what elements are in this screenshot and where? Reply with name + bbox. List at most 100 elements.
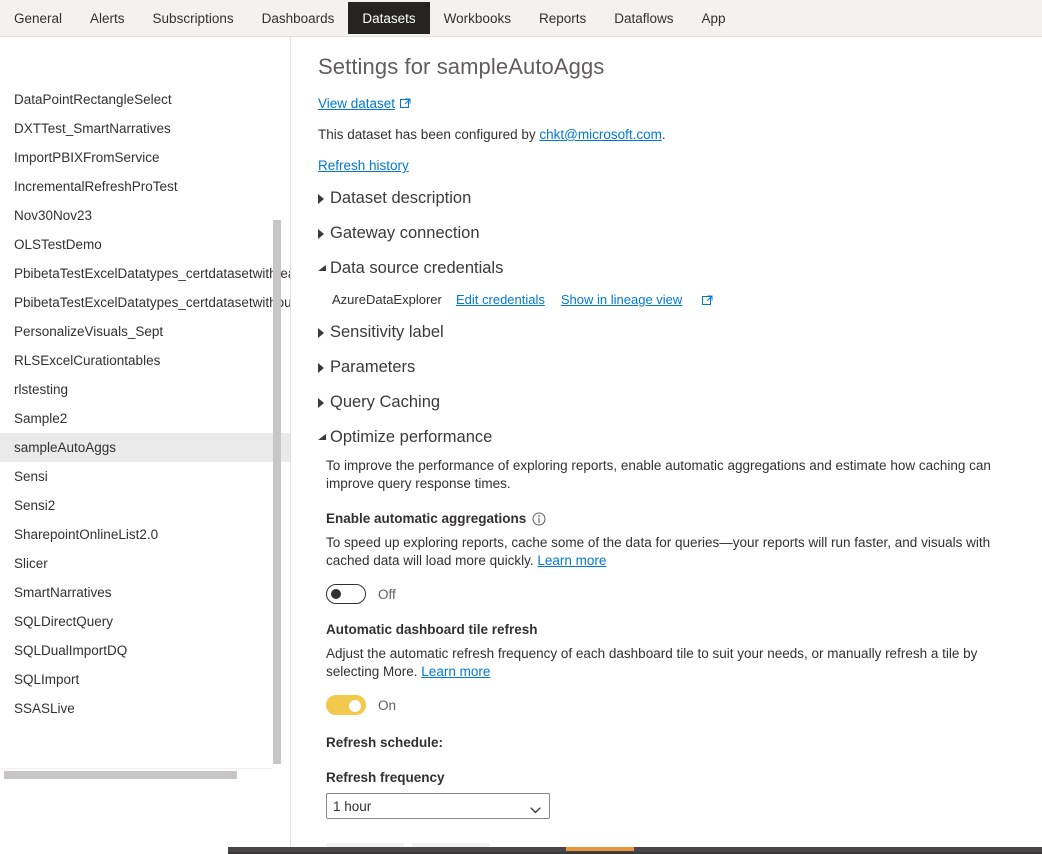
dataset-list-item[interactable]: SharepointOnlineList2.0 [0,520,290,549]
info-icon[interactable] [532,512,546,526]
dataset-list-item[interactable]: SmartNarratives [0,578,290,607]
heading-label: Enable automatic aggregations [326,511,527,526]
dataset-list-item-label: Sensi [14,469,48,484]
dataset-list-item-label: Slicer [14,556,48,571]
auto-aggregations-toggle-label: Off [378,586,396,602]
bottom-bar-accent [566,847,634,851]
tab-dataflows[interactable]: Dataflows [600,0,688,37]
configured-by-email-link[interactable]: chkt@microsoft.com [539,127,661,142]
tab-datasets[interactable]: Datasets [348,2,430,34]
dataset-list-item[interactable]: OLSTestDemo [0,230,290,259]
optimize-intro-text: To improve the performance of exploring … [326,458,991,491]
auto-aggregations-toggle[interactable] [326,584,366,604]
tab-alerts[interactable]: Alerts [76,0,139,37]
dataset-list-item[interactable]: Slicer [0,549,290,578]
tab-general[interactable]: General [0,0,77,37]
dataset-list-item-label: Nov30Nov23 [14,208,93,223]
section-label: Optimize performance [330,428,493,446]
view-dataset-row: View dataset [318,96,1032,111]
refresh-history-link[interactable]: Refresh history [318,158,409,173]
tab-label: Reports [538,11,587,26]
dataset-list-item[interactable]: DXTTest_SmartNarratives [0,114,290,143]
dataset-list-item[interactable]: SQLDualImportDQ [0,636,290,665]
section-dataset-description[interactable]: Dataset description [318,189,1032,208]
configured-by-text: This dataset has been configured by chkt… [318,127,1032,142]
dataset-list-item-label: DataPointRectangleSelect [14,92,172,107]
credential-source-name: AzureDataExplorer [332,292,442,307]
tile-refresh-toggle[interactable] [326,695,366,715]
dataset-list-item-label: Sample2 [14,411,68,426]
refresh-frequency-label: Refresh frequency [326,770,445,785]
sidebar-vertical-scrollbar[interactable] [273,220,281,764]
dataset-list-item[interactable]: SQLDirectQuery [0,607,290,636]
section-query-caching[interactable]: Query Caching [318,393,1032,412]
configured-suffix: . [661,127,666,142]
tab-workbooks[interactable]: Workbooks [429,0,525,37]
refresh-frequency-field: 15 minutes30 minutes1 hour2 hours4 hours… [318,793,550,819]
chevron-right-icon [318,227,328,241]
learn-more-link-tile-refresh[interactable]: Learn more [421,664,490,679]
dataset-list-item[interactable]: IncrementalRefreshProTest [0,172,290,201]
tab-label: App [701,11,726,26]
dataset-list-item[interactable]: Sensi2 [0,491,290,520]
dataset-list-item-label: rlstesting [14,382,69,397]
tab-label: Workbooks [443,11,511,26]
sidebar-horizontal-scrollbar[interactable] [4,771,237,779]
chevron-right-icon [318,361,328,375]
refresh-schedule-label: Refresh schedule: [326,735,444,750]
dataset-list-item[interactable]: RLSExcelCurationtables [0,346,290,375]
top-tab-bar: General Alerts Subscriptions Dashboards Data… [0,0,1042,37]
dataset-list-item-label: SQLDualImportDQ [14,643,128,658]
dataset-list-item[interactable]: Nov30Nov23 [0,201,290,230]
configured-prefix: This dataset has been configured by [318,127,540,142]
dataset-list-item[interactable]: sampleAutoAggs [0,433,290,462]
section-parameters[interactable]: Parameters [318,358,1032,377]
dataset-list-item-label: SQLDirectQuery [14,614,114,629]
dataset-list-item-label: ImportPBIXFromService [14,150,160,165]
tab-reports[interactable]: Reports [524,0,601,37]
dataset-list-item-label: PersonalizeVisuals_Sept [14,324,164,339]
dataset-list-item[interactable]: DataPointRectangleSelect [0,85,290,114]
tile-refresh-toggle-label: On [378,697,397,713]
dataset-list-item[interactable]: SQLImport [0,665,290,694]
dataset-list-item-label: PbibetaTestExcelDatatypes_certdatasetwit… [14,295,291,310]
section-optimize-performance[interactable]: Optimize performance [318,428,1032,447]
dataset-list-item[interactable]: PbibetaTestExcelDatatypes_certdatasetwit… [0,288,291,317]
tab-dashboards[interactable]: Dashboards [247,0,349,37]
section-gateway-connection[interactable]: Gateway connection [318,224,1032,243]
dataset-list-item-label: SSASLive [14,701,75,716]
show-in-lineage-view-link[interactable]: Show in lineage view [561,292,682,307]
enable-automatic-aggregations-heading: Enable automatic aggregations [318,511,1032,526]
dataset-list-item-label: RLSExcelCurationtables [14,353,161,368]
dataset-list-item-label: PbibetaTestExcelDatatypes_certdatasetwit… [14,266,291,281]
section-data-source-credentials[interactable]: Data source credentials [318,259,1032,278]
dataset-list-item[interactable]: Sample2 [0,404,290,433]
dataset-list-item[interactable]: ImportPBIXFromService [0,143,290,172]
tab-label: Datasets [362,10,416,26]
external-link-icon [400,97,411,108]
dataset-list-item[interactable]: SSASLive [0,694,290,723]
dataset-list-item[interactable]: rlstesting [0,375,290,404]
section-label: Query Caching [330,393,441,411]
edit-credentials-link[interactable]: Edit credentials [456,292,545,307]
tab-subscriptions[interactable]: Subscriptions [138,0,248,37]
dataset-list-item-label: DXTTest_SmartNarratives [14,121,171,136]
section-sensitivity-label[interactable]: Sensitivity label [318,323,1032,342]
chevron-right-icon [318,326,328,340]
learn-more-link-aggregations[interactable]: Learn more [537,553,606,568]
dataset-list-item-label: sampleAutoAggs [14,440,117,455]
chevron-right-icon [318,396,328,410]
section-label: Data source credentials [330,259,504,277]
dataset-list-item[interactable]: Sensi [0,462,290,491]
toggle-knob [331,589,341,599]
tile-refresh-toggle-row: On [318,695,1032,715]
chevron-down-icon [318,262,328,276]
dataset-list-item[interactable]: PersonalizeVisuals_Sept [0,317,290,346]
refresh-frequency-select[interactable]: 15 minutes30 minutes1 hour2 hours4 hours… [326,793,550,819]
view-dataset-link[interactable]: View dataset [318,96,395,111]
dataset-list-item[interactable]: PbibetaTestExcelDatatypes_certdatasetwit… [0,259,291,288]
tab-app[interactable]: App [687,0,740,37]
section-label: Parameters [330,358,416,376]
chevron-down-icon [318,431,328,445]
section-label: Dataset description [330,189,472,207]
